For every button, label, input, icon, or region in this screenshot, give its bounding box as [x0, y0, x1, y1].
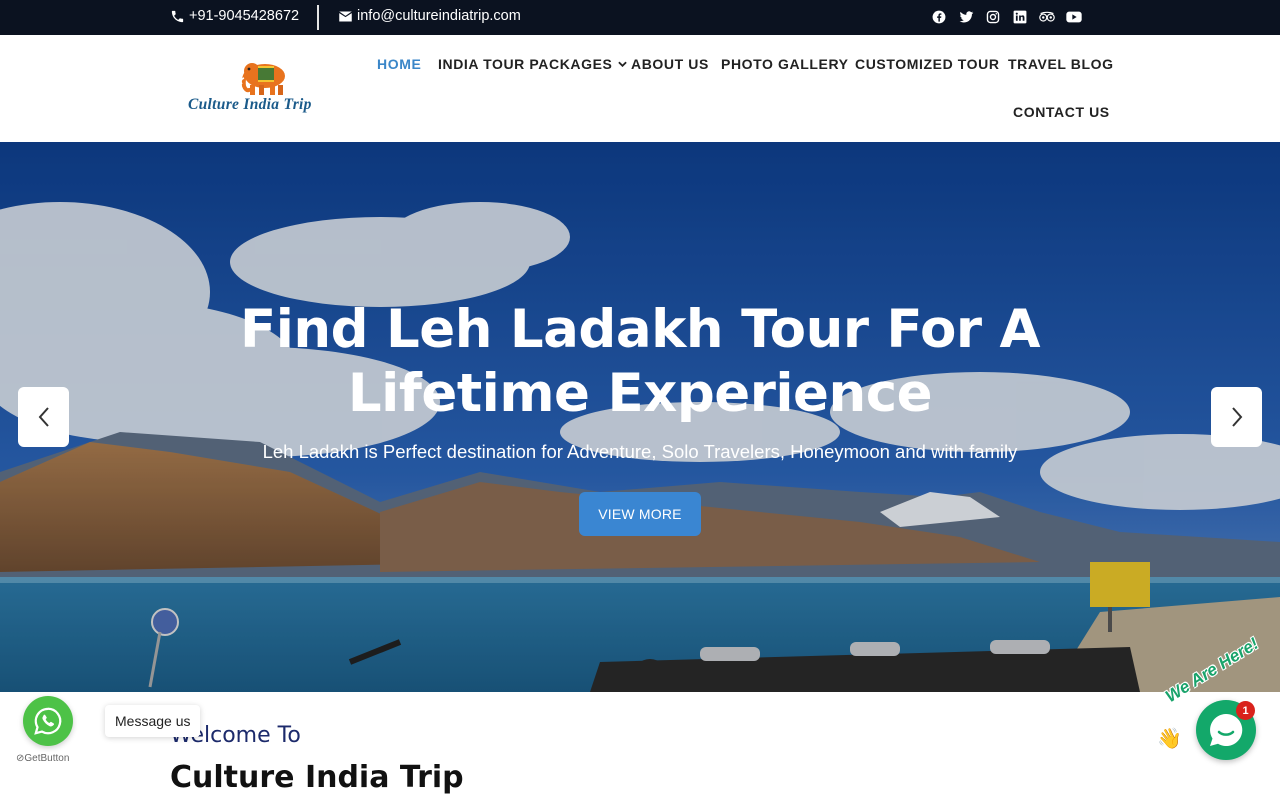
view-more-button[interactable]: VIEW MORE [579, 492, 701, 536]
nav-contact-us[interactable]: CONTACT US [1013, 104, 1110, 120]
envelope-icon [339, 11, 352, 21]
hero-title-line-1: Find Leh Ladakh Tour For A [240, 299, 1041, 360]
nav-about-us[interactable]: ABOUT US [631, 56, 709, 72]
nav-travel-blog[interactable]: TRAVEL BLOG [1008, 56, 1114, 72]
twitter-icon[interactable] [958, 9, 974, 25]
tripadvisor-icon[interactable] [1039, 9, 1055, 25]
site-logo[interactable]: Culture India Trip [186, 59, 346, 121]
getbutton-credit[interactable]: ⊘GetButton [16, 753, 69, 764]
chat-unread-badge: 1 [1236, 701, 1255, 720]
getbutton-label: GetButton [24, 753, 70, 764]
hero-title-line-2: Lifetime Experience [347, 363, 933, 424]
nav-packages-label: INDIA TOUR PACKAGES [438, 56, 613, 72]
linkedin-icon[interactable] [1012, 9, 1028, 25]
main-header: Culture India Trip HOME INDIA TOUR PACKA… [0, 35, 1280, 142]
email-address: info@cultureindiatrip.com [357, 8, 521, 24]
slider-prev-button[interactable] [18, 387, 69, 447]
waving-hand-icon: 👋 [1157, 728, 1182, 750]
phone-link[interactable]: +91-9045428672 [170, 8, 299, 24]
instagram-icon[interactable] [985, 9, 1001, 25]
email-link[interactable]: info@cultureindiatrip.com [338, 8, 521, 24]
nav-customized-tour[interactable]: CUSTOMIZED TOUR [855, 56, 1000, 72]
logo-text: Culture India Trip [188, 96, 312, 113]
whatsapp-button[interactable] [23, 696, 73, 746]
brand-heading: Culture India Trip [170, 760, 464, 795]
hero-title: Find Leh Ladakh Tour For A Lifetime Expe… [240, 298, 1041, 426]
chevron-down-icon [617, 61, 627, 67]
whatsapp-icon [34, 707, 62, 735]
slider-next-button[interactable] [1211, 387, 1262, 447]
hero-slider: Find Leh Ladakh Tour For A Lifetime Expe… [0, 142, 1280, 692]
phone-number: +91-9045428672 [189, 8, 300, 24]
nav-home[interactable]: HOME [377, 56, 421, 72]
chevron-left-icon [38, 407, 49, 427]
youtube-icon[interactable] [1066, 9, 1082, 25]
top-contact-bar: +91-9045428672 info@cultureindiatrip.com [0, 0, 1280, 35]
whatsapp-tooltip[interactable]: Message us [105, 705, 201, 737]
chevron-right-icon [1231, 407, 1242, 427]
phone-icon [171, 10, 184, 22]
topbar-divider [317, 5, 319, 30]
hero-subtitle: Leh Ladakh is Perfect destination for Ad… [262, 441, 1018, 462]
social-links [931, 9, 1082, 25]
facebook-icon[interactable] [931, 9, 947, 25]
elephant-logo-icon [240, 63, 285, 95]
nav-photo-gallery[interactable]: PHOTO GALLERY [721, 56, 849, 72]
nav-india-tour-packages[interactable]: INDIA TOUR PACKAGES [438, 56, 627, 72]
